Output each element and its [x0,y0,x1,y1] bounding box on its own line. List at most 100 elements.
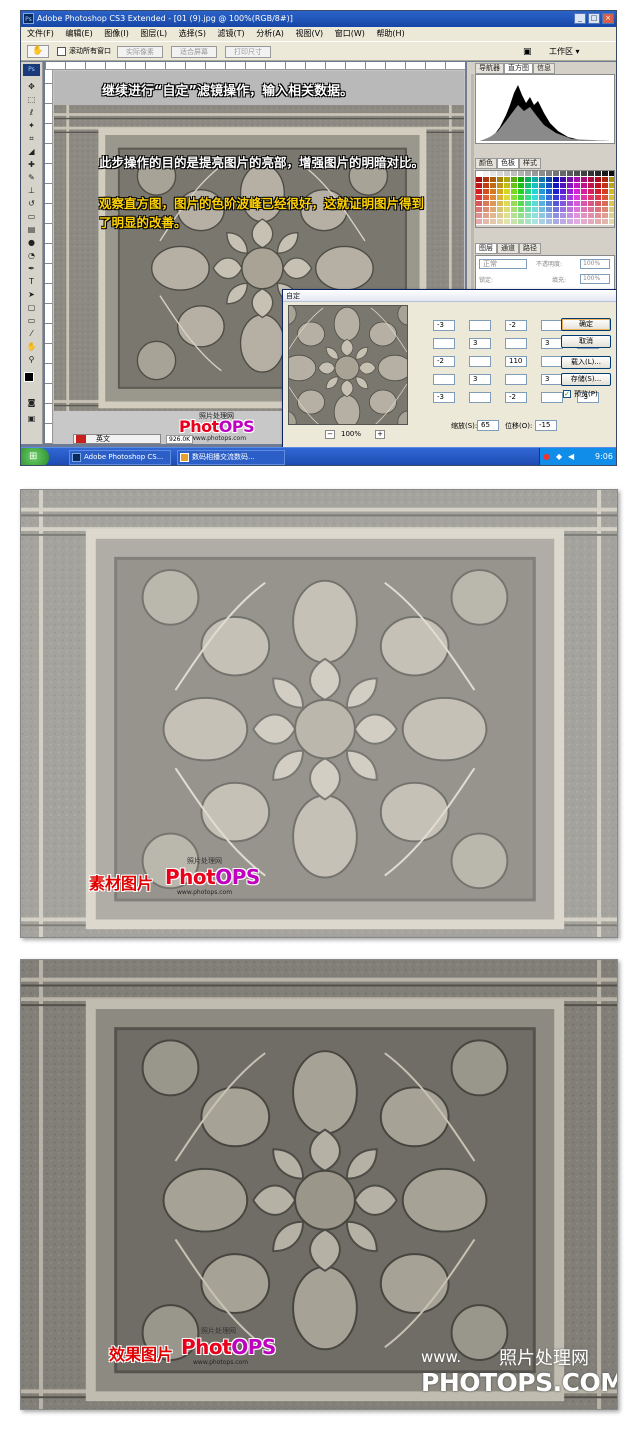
healing-brush-tool-icon[interactable]: ✚ [24,158,39,171]
type-tool-icon[interactable]: T [24,275,39,288]
matrix-cell[interactable] [541,392,563,403]
foreground-color-swatch[interactable] [24,372,34,382]
crop-tool-icon[interactable]: ⌗ [24,132,39,145]
swatch[interactable] [532,219,539,225]
menu-layer[interactable]: 图层(L) [140,29,167,38]
swatch[interactable] [609,219,614,225]
notes-tool-icon[interactable]: ▭ [24,314,39,327]
shape-tool-icon[interactable]: ▢ [24,301,39,314]
tab-styles[interactable]: 样式 [519,158,541,169]
swatch[interactable] [602,219,609,225]
swatch[interactable] [560,219,567,225]
tab-paths[interactable]: 路径 [519,243,541,254]
clone-stamp-tool-icon[interactable]: ⊥ [24,184,39,197]
matrix-cell[interactable]: 3 [469,338,491,349]
menu-select[interactable]: 选择(S) [179,29,206,38]
menu-edit[interactable]: 编辑(E) [65,29,92,38]
matrix-cell[interactable] [505,338,527,349]
matrix-cell[interactable]: -3 [433,320,455,331]
path-selection-tool-icon[interactable]: ➤ [24,288,39,301]
workspace-menu[interactable]: 工作区 ▾ [549,46,580,58]
matrix-cell[interactable]: -2 [505,392,527,403]
tray-ime-icon[interactable]: ● [543,452,550,461]
zoom-tool-icon[interactable]: ⚲ [24,353,39,366]
swatch[interactable] [518,219,525,225]
fit-screen-button[interactable]: 适合屏幕 [171,46,217,58]
print-size-button[interactable]: 打印尺寸 [225,46,271,58]
lasso-tool-icon[interactable]: ℓ [24,106,39,119]
quick-mask-icon[interactable]: ◙ [24,396,39,409]
bridge-icon[interactable]: ▣ [523,46,537,58]
taskbar-photoshop[interactable]: Adobe Photoshop CS... [69,450,171,465]
ime-mode-label[interactable]: 英文 [96,435,110,443]
swatch[interactable] [476,219,483,225]
menu-filter[interactable]: 滤镜(T) [218,29,245,38]
swatch[interactable] [497,219,504,225]
cancel-button[interactable]: 取消 [561,335,611,348]
matrix-cell[interactable]: 3 [541,374,563,385]
offset-field[interactable]: -15 [535,420,557,431]
eraser-tool-icon[interactable]: ▭ [24,210,39,223]
menu-help[interactable]: 帮助(H) [376,29,404,38]
fill-field[interactable]: 100% [580,274,610,284]
slice-tool-icon[interactable]: ◢ [24,145,39,158]
scroll-all-windows-checkbox[interactable] [57,47,66,56]
gradient-tool-icon[interactable]: ▤ [24,223,39,236]
close-button[interactable]: × [602,13,614,24]
minimize-button[interactable]: _ [574,13,586,24]
swatch[interactable] [483,219,490,225]
tray-network-icon[interactable]: ◆ [556,452,562,461]
swatch[interactable] [511,219,518,225]
maximize-button[interactable]: □ [588,13,600,24]
swatch[interactable] [539,219,546,225]
matrix-cell[interactable]: -3 [433,392,455,403]
matrix-cell[interactable] [541,356,563,367]
matrix-cell[interactable]: 3 [541,338,563,349]
tab-color[interactable]: 颜色 [475,158,497,169]
tab-channels[interactable]: 通道 [497,243,519,254]
swatch[interactable] [546,219,553,225]
menu-view[interactable]: 视图(V) [295,29,323,38]
matrix-cell[interactable]: -2 [433,356,455,367]
swatch[interactable] [553,219,560,225]
history-brush-tool-icon[interactable]: ↺ [24,197,39,210]
load-button[interactable]: 载入(L)... [561,356,611,369]
swatch[interactable] [588,219,595,225]
matrix-cell[interactable] [469,320,491,331]
matrix-cell[interactable] [469,392,491,403]
tray-volume-icon[interactable]: ◀ [568,452,574,461]
swatch[interactable] [504,219,511,225]
swatch[interactable] [595,219,602,225]
matrix-cell[interactable] [505,374,527,385]
matrix-cell[interactable] [541,320,563,331]
matrix-cell[interactable] [469,356,491,367]
zoom-out-button[interactable]: − [325,430,335,439]
save-button[interactable]: 存储(S)... [561,373,611,386]
matrix-cell[interactable]: 110 [505,356,527,367]
tab-info[interactable]: 信息 [533,63,555,74]
matrix-cell[interactable] [433,374,455,385]
matrix-cell[interactable]: 3 [469,374,491,385]
start-button[interactable]: ⊞ [21,448,49,465]
matrix-cell[interactable] [433,338,455,349]
taskbar-browser[interactable]: 数码相播交流数码... [177,450,285,465]
eyedropper-tool-icon[interactable]: ⁄ [24,327,39,340]
blur-tool-icon[interactable]: ● [24,236,39,249]
pen-tool-icon[interactable]: ✒ [24,262,39,275]
preview-checkbox[interactable]: ✓ [563,390,571,398]
matrix-cell[interactable]: -2 [505,320,527,331]
brush-tool-icon[interactable]: ✎ [24,171,39,184]
tab-swatches[interactable]: 色板 [497,158,519,169]
dodge-tool-icon[interactable]: ◔ [24,249,39,262]
swatch[interactable] [574,219,581,225]
actual-pixels-button[interactable]: 实际像素 [117,46,163,58]
menu-window[interactable]: 窗口(W) [335,29,365,38]
move-tool-icon[interactable]: ✥ [24,80,39,93]
swatch[interactable] [581,219,588,225]
menu-file[interactable]: 文件(F) [27,29,54,38]
swatch[interactable] [567,219,574,225]
hand-tool-icon[interactable]: ✋ [24,340,39,353]
screen-mode-icon[interactable]: ▣ [24,412,39,425]
swatch[interactable] [525,219,532,225]
dialog-preview[interactable] [288,305,408,425]
